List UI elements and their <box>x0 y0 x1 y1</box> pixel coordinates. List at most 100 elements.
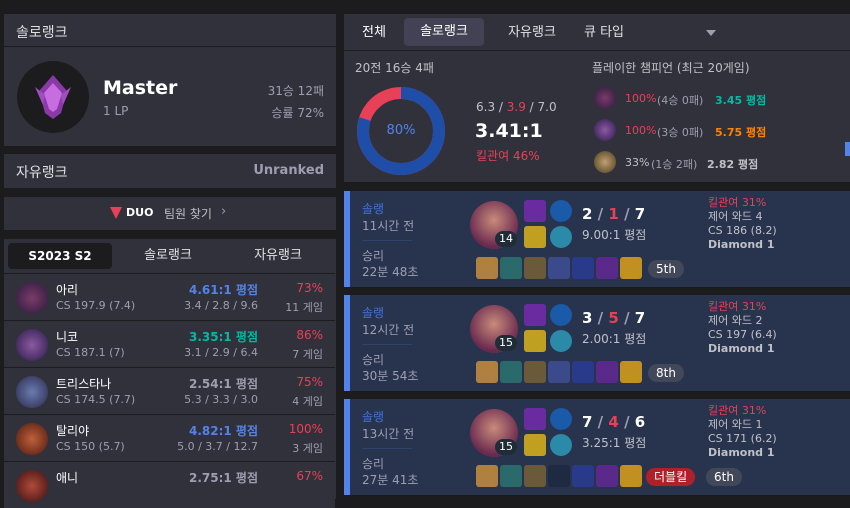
played-kda: 2.82 평점 <box>707 158 759 171</box>
master-emblem-icon <box>17 61 89 133</box>
item-icon <box>620 257 642 279</box>
champion-name: 트리스타나 <box>56 377 112 391</box>
champion-games: 3 게임 <box>292 442 323 455</box>
played-kda: 5.75 평점 <box>715 126 767 139</box>
item-icon <box>476 257 498 279</box>
champion-row[interactable]: 아리 CS 197.9 (7.4) 4.61:1 평점 3.4 / 2.8 / … <box>4 273 335 320</box>
tab-all[interactable]: 전체 <box>352 20 396 46</box>
queue-type-label: 큐 타입 <box>584 25 625 40</box>
champion-portrait-icon <box>594 87 616 109</box>
champion-portrait-icon <box>16 423 48 455</box>
played-champions-header: 플레이한 챔피언 (최근 20게임) <box>592 61 750 75</box>
match-stats: 킬관여 31% 제어 와드 4 CS 186 (8.2) Diamond 1 <box>708 196 777 252</box>
match-stats: 킬관여 31% 제어 와드 1 CS 171 (6.2) Diamond 1 <box>708 404 777 460</box>
champion-kd: 5.0 / 3.7 / 12.7 <box>177 440 258 453</box>
played-champion-row: 100% (4승 0패) 3.45 평점 <box>594 87 834 111</box>
champion-portrait-icon <box>16 470 48 502</box>
champion-portrait-icon <box>16 282 48 314</box>
champion-kd: 3.1 / 2.9 / 6.4 <box>184 346 258 359</box>
duo-badge: DUO <box>126 206 154 219</box>
duo-button[interactable]: DUO 팀원 찾기 › <box>4 197 336 230</box>
played-pct: 100% <box>625 124 657 137</box>
champion-cs: CS 197.9 (7.4) <box>56 299 136 312</box>
match-result: 승리 <box>362 249 385 263</box>
match-placement: 8th <box>648 364 684 382</box>
winrate-donut-label: 80% <box>386 123 416 138</box>
duo-icon <box>110 207 122 219</box>
spell-icon <box>524 408 546 430</box>
match-stats: 킬관여 31% 제어 와드 2 CS 197 (6.4) Diamond 1 <box>708 300 777 356</box>
tab-flex-queue[interactable]: 자유랭크 <box>492 20 572 46</box>
tab-solo-label: 솔로랭크 <box>144 248 192 263</box>
flex-rank-label: 자유랭크 <box>16 165 68 181</box>
item-icon <box>548 465 570 487</box>
champion-winrate: 75% <box>296 375 323 389</box>
champion-row[interactable]: 트리스타나 CS 174.5 (7.7) 2.54:1 평점 5.3 / 3.3… <box>4 367 335 414</box>
item-icon <box>572 257 594 279</box>
match-kda-ratio: 2.00:1 평점 <box>582 332 647 346</box>
flex-rank-value: Unranked <box>253 163 324 178</box>
match-assists: 7 <box>634 205 646 223</box>
spell-icon <box>524 434 546 456</box>
champion-level: 15 <box>495 439 517 455</box>
played-champion-row: 33% (1승 2패) 2.82 평점 <box>594 151 834 175</box>
match-kda: 7 / 4 / 6 <box>582 413 646 431</box>
match-time-ago: 12시간 전 <box>362 323 415 337</box>
match-duration: 30분 54초 <box>362 369 419 383</box>
rune-icon <box>550 304 572 326</box>
divider <box>362 344 412 345</box>
champion-games: 11 게임 <box>285 301 323 314</box>
tab-flex-queue-label: 자유랭크 <box>508 25 556 40</box>
champion-portrait-icon <box>16 329 48 361</box>
tab-solo-queue[interactable]: 솔로랭크 <box>404 18 484 46</box>
champion-games: 4 게임 <box>292 395 323 408</box>
winrate-donut: 80% <box>356 86 446 176</box>
match-deaths: 1 <box>608 205 619 223</box>
rune-icon <box>550 200 572 222</box>
match-kills: 3 <box>582 309 593 327</box>
champion-cs: CS 174.5 (7.7) <box>56 393 136 406</box>
match-card[interactable]: 솔랭 11시간 전 승리 22분 48초 14 2 / 1 / 7 9.00:1… <box>344 191 850 287</box>
champion-kda: 4.82:1 평점 <box>188 424 258 438</box>
match-result: 승리 <box>362 353 385 367</box>
match-wards: 제어 와드 4 <box>708 210 763 223</box>
match-duration: 22분 48초 <box>362 265 419 279</box>
item-icon <box>620 465 642 487</box>
champion-kd: 3.4 / 2.8 / 9.6 <box>184 299 258 312</box>
item-icon <box>548 257 570 279</box>
champion-name: 애니 <box>56 471 79 485</box>
champion-name: 탈리야 <box>56 424 90 438</box>
rune-icon <box>550 330 572 352</box>
match-cs: CS 171 (6.2) <box>708 432 777 445</box>
avg-deaths: 3.9 <box>506 100 526 114</box>
kill-participation: 킬관여 46% <box>476 149 540 163</box>
summary-card: 전체 솔로랭크 자유랭크 큐 타입 20전 16승 4패 80% 6.3 / 3… <box>344 14 850 182</box>
match-deaths: 5 <box>608 309 619 327</box>
queue-type-select[interactable]: 큐 타입 <box>582 20 722 46</box>
rune-icon <box>550 226 572 248</box>
spell-icon <box>524 200 546 222</box>
kda-ratio: 3.41:1 <box>475 120 543 142</box>
champion-row[interactable]: 니코 CS 187.1 (7) 3.35:1 평점 3.1 / 2.9 / 6.… <box>4 320 335 367</box>
match-kda-ratio: 3.25:1 평점 <box>582 436 647 450</box>
match-card[interactable]: 솔랭 13시간 전 승리 27분 41초 15 7 / 4 / 6 3.25:1… <box>344 399 850 495</box>
champion-row[interactable]: 탈리야 CS 150 (5.7) 4.82:1 평점 5.0 / 3.7 / 1… <box>4 414 335 461</box>
match-kills: 2 <box>582 205 593 223</box>
solo-rank-header: 솔로랭크 <box>16 25 68 41</box>
played-detail: (3승 0패) <box>657 126 704 139</box>
match-kp: 킬관여 31% <box>708 404 767 417</box>
champion-level: 14 <box>495 231 517 247</box>
match-card[interactable]: 솔랭 12시간 전 승리 30분 54초 15 3 / 5 / 7 2.00:1… <box>344 295 850 391</box>
champion-name: 니코 <box>56 330 79 344</box>
tab-season[interactable]: S2023 S2 <box>8 243 112 269</box>
match-cs: CS 186 (8.2) <box>708 224 777 237</box>
solo-winrate: 승률 72% <box>271 106 324 120</box>
item-icon <box>476 361 498 383</box>
scrollbar[interactable] <box>845 142 850 156</box>
tab-solo[interactable]: 솔로랭크 <box>116 243 220 269</box>
champion-row[interactable]: 애니 2.75:1 평점 67% <box>4 461 335 508</box>
tab-flex[interactable]: 자유랭크 <box>226 243 330 269</box>
champion-portrait-icon <box>594 151 616 173</box>
multikill-badge: 더블킬 <box>646 468 696 486</box>
divider <box>362 240 412 241</box>
